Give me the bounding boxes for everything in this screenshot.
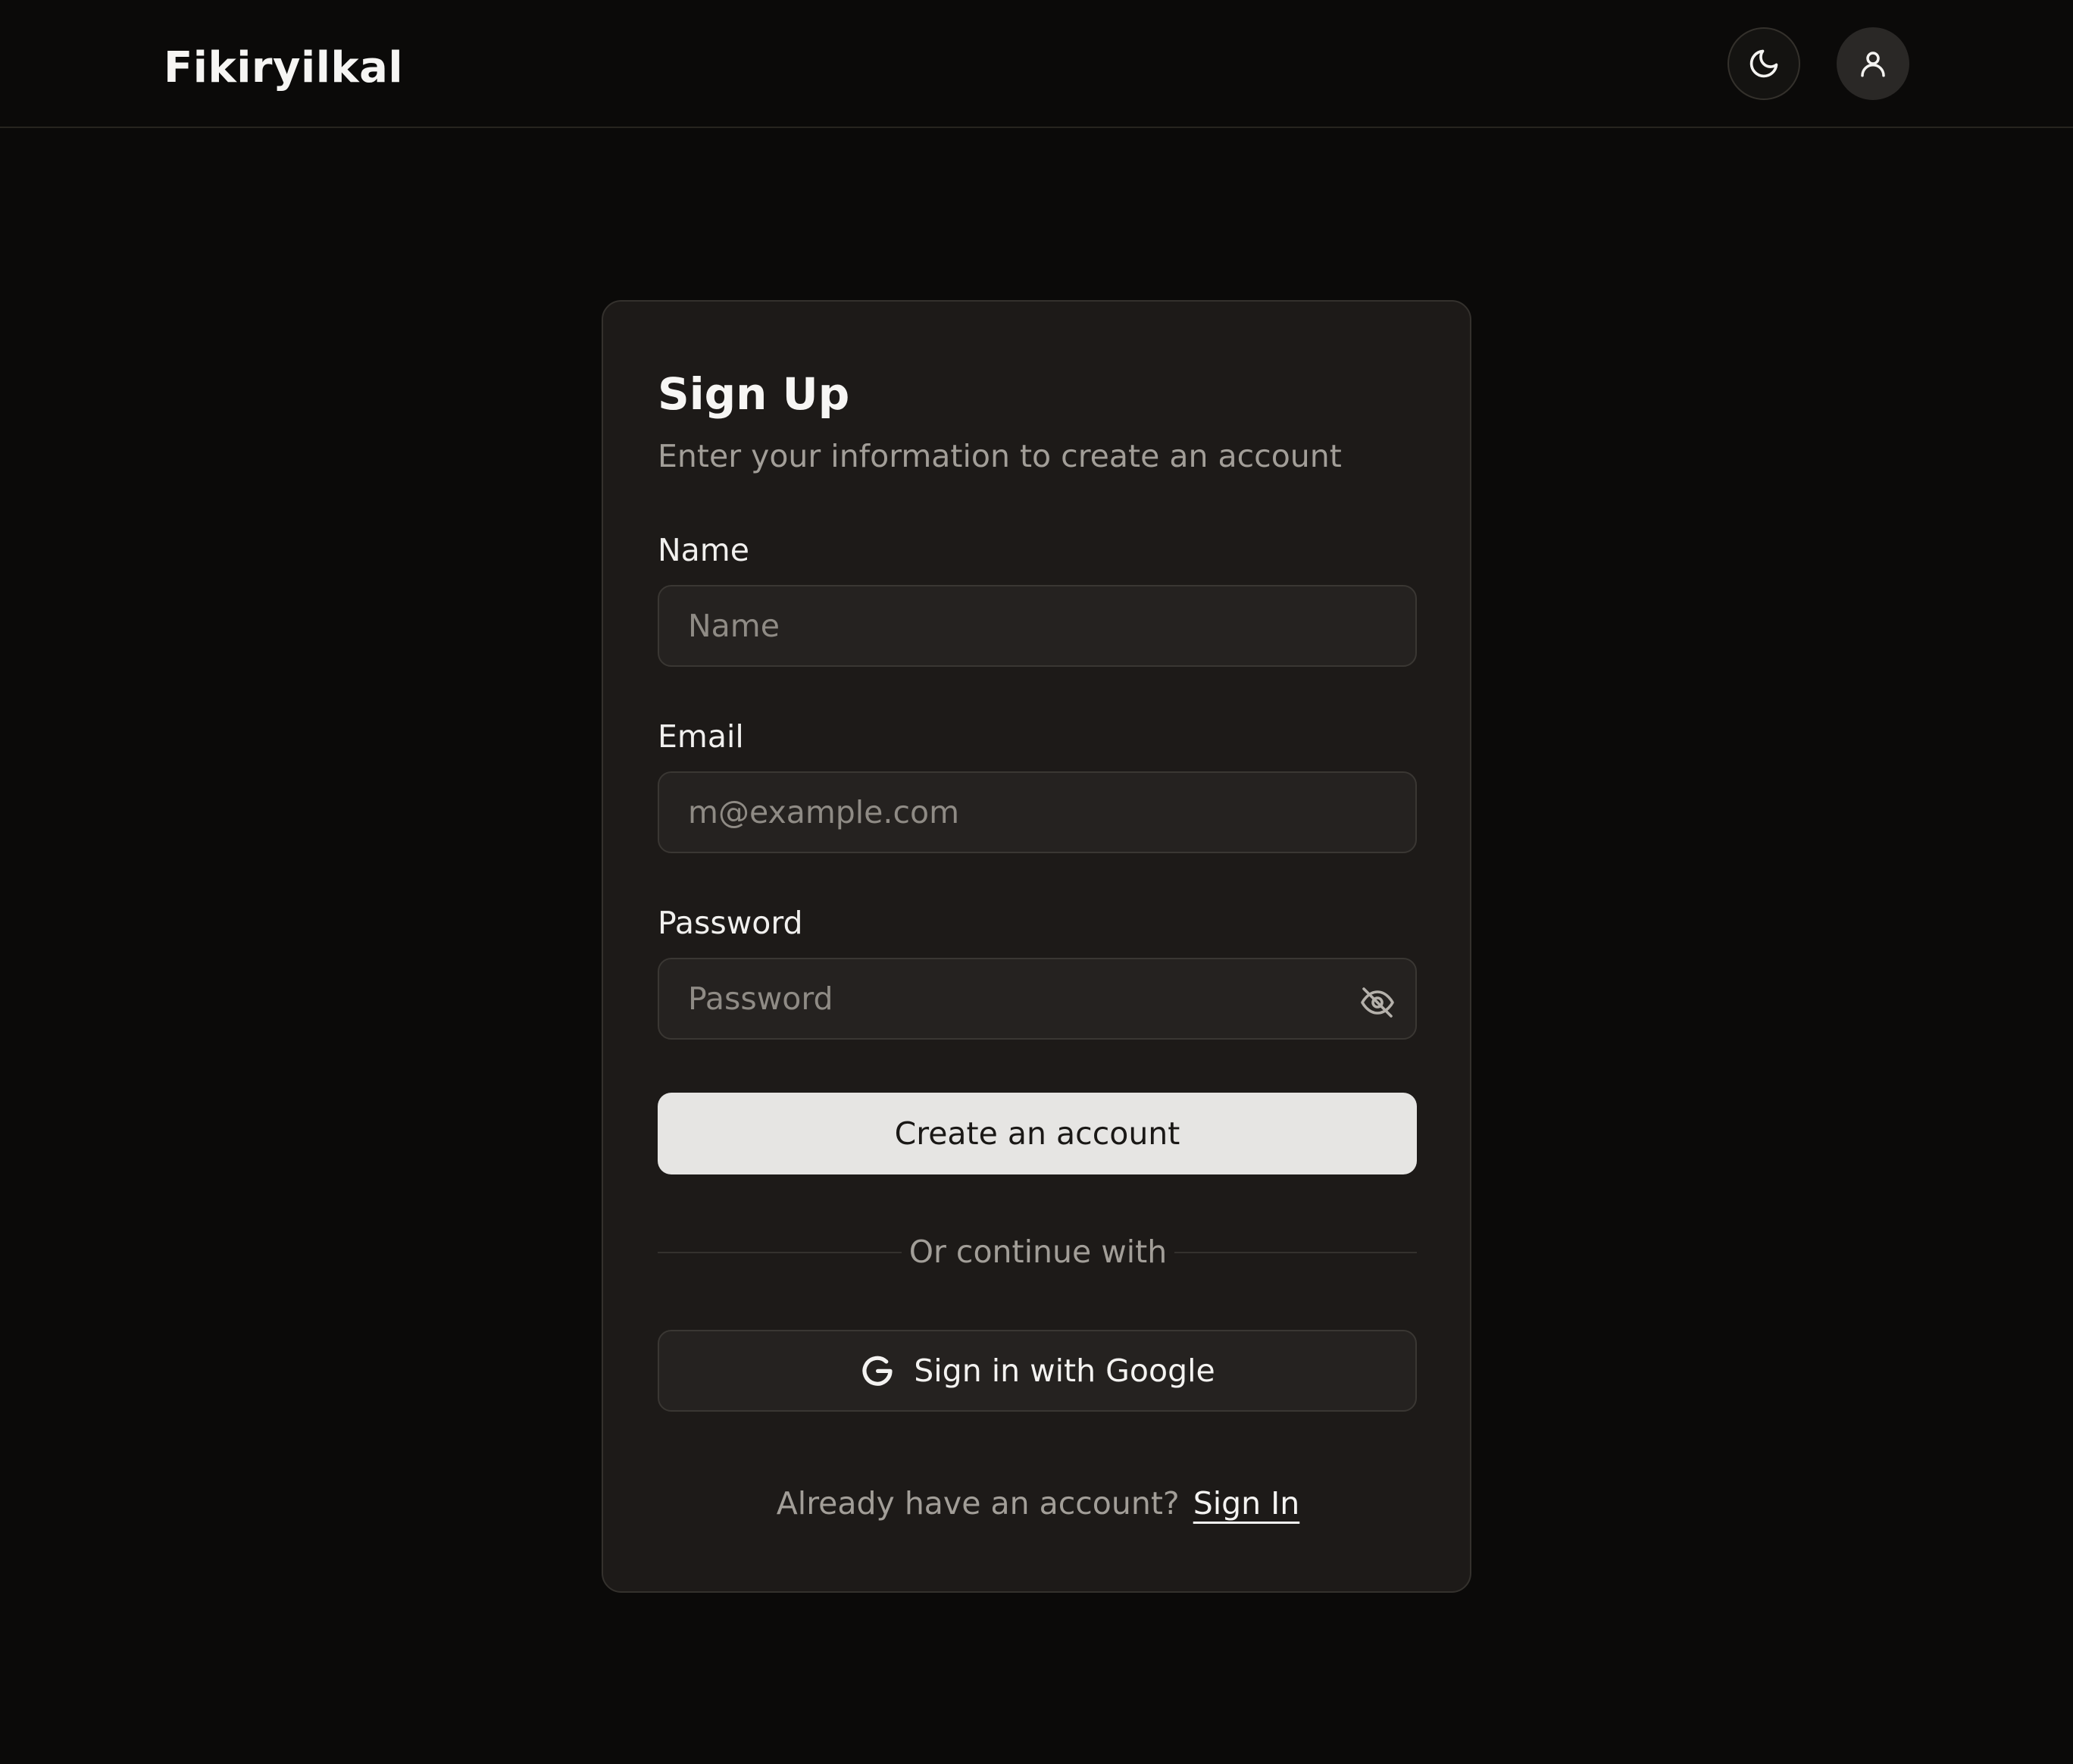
name-label: Name [658,532,749,568]
divider-text: Or continue with [908,1234,1168,1270]
user-icon [1861,52,1885,77]
user-menu-button[interactable] [1837,27,1909,100]
email-label: Email [658,718,744,755]
signin-prompt: Already have an account? Sign In [603,1481,1473,1526]
google-signin-label: Sign in with Google [914,1353,1215,1389]
top-nav-bar: Fikiryilkal [0,0,2073,128]
google-icon [862,1356,893,1386]
card-subtitle: Enter your information to create an acco… [658,438,1342,474]
google-signin-button[interactable]: Sign in with Google [658,1330,1417,1412]
password-input[interactable] [658,958,1417,1040]
moon-icon [1749,49,1778,78]
eye-off-icon [1361,987,1394,1018]
card-title: Sign Up [658,368,850,420]
divider-line-right [1174,1252,1417,1253]
password-label: Password [658,905,803,941]
create-account-button[interactable]: Create an account [658,1093,1417,1174]
toggle-password-visibility-button[interactable] [1353,978,1402,1027]
name-input[interactable] [658,585,1417,667]
signup-card: Sign Up Enter your information to create… [602,300,1471,1593]
theme-toggle-button[interactable] [1728,27,1800,100]
sign-in-link[interactable]: Sign In [1193,1481,1300,1526]
already-have-account-text: Already have an account? [776,1485,1180,1522]
brand-logo-text[interactable]: Fikiryilkal [164,38,403,99]
email-input[interactable] [658,771,1417,853]
divider-line-left [658,1252,902,1253]
